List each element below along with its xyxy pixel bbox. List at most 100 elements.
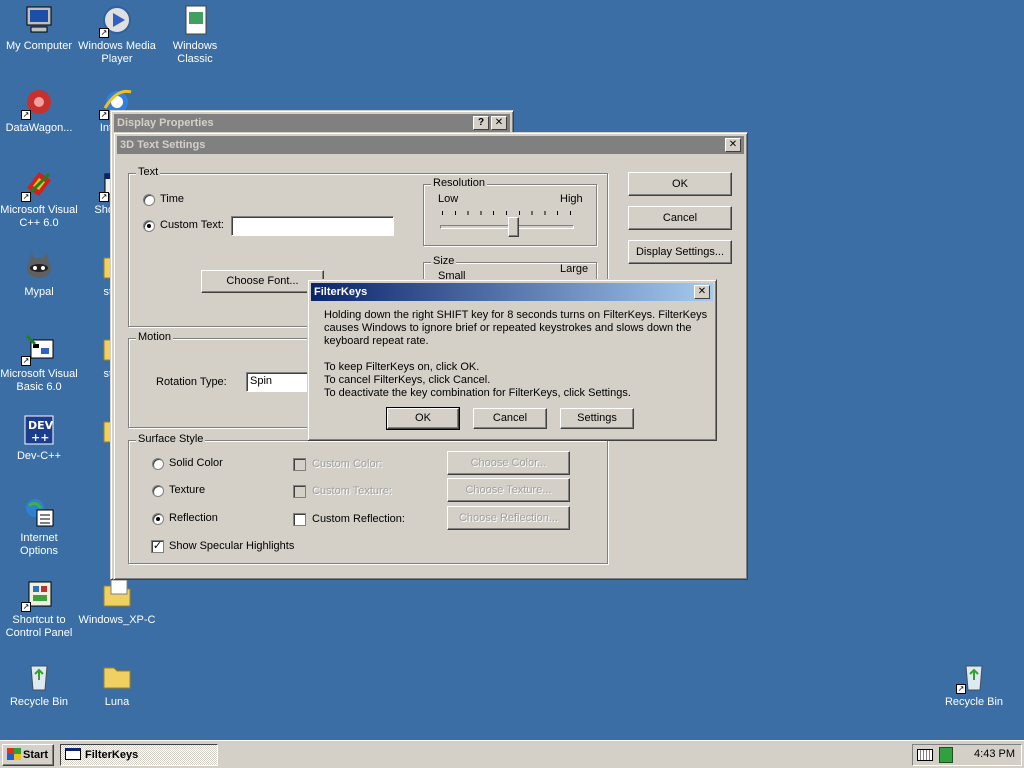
- desktop-icon-label: Shortcut to Control Panel: [5, 614, 73, 639]
- show-specular-label: Show Specular Highlights: [169, 540, 295, 552]
- motion-legend: Motion: [136, 331, 174, 343]
- control-panel-icon: ↗: [21, 578, 55, 612]
- message-line: To keep FilterKeys on, click OK.: [324, 361, 480, 373]
- display-properties-titlebar[interactable]: Display Properties ? ✕: [114, 114, 510, 132]
- svg-text:++: ++: [31, 431, 49, 444]
- message-line: Holding down the right SHIFT key for 8 s…: [324, 309, 708, 321]
- message-line: keyboard repeat rate.: [324, 335, 429, 347]
- window-icon: [65, 748, 81, 760]
- folder-icon: [101, 660, 133, 692]
- keyboard-icon[interactable]: [917, 749, 933, 761]
- filterkeys-message: Holding down the right SHIFT key for 8 s…: [324, 309, 707, 400]
- show-specular-checkbox[interactable]: ✓: [151, 540, 164, 553]
- cancel-button[interactable]: Cancel: [628, 206, 732, 230]
- network-icon[interactable]: [939, 747, 953, 763]
- custom-reflection-checkbox[interactable]: [293, 513, 306, 526]
- display-settings-button[interactable]: Display Settings...: [628, 240, 732, 264]
- reflection-label: Reflection: [169, 512, 218, 524]
- desktop-icon-label: Mypal: [24, 286, 54, 298]
- resolution-group: Resolution Low High: [423, 177, 597, 246]
- desktop-icon-label: My Computer: [5, 40, 73, 52]
- document-icon: [179, 4, 211, 36]
- desktop-icon-my-computer[interactable]: My Computer: [0, 4, 78, 53]
- help-button[interactable]: ?: [473, 116, 489, 130]
- window-title: FilterKeys: [314, 286, 368, 298]
- desktop-icon-datawagon[interactable]: ↗ DataWagon...: [0, 86, 78, 135]
- taskbar: Start FilterKeys 4:43 PM: [0, 740, 1024, 768]
- desktop-icon-windows-classic[interactable]: Windows Classic: [156, 4, 234, 66]
- custom-color-label: Custom Color:: [312, 458, 383, 470]
- clock[interactable]: 4:43 PM: [974, 748, 1015, 760]
- rotation-type-label: Rotation Type:: [156, 376, 227, 388]
- resolution-legend: Resolution: [431, 177, 487, 189]
- custom-reflection-label: Custom Reflection:: [312, 513, 405, 525]
- 3d-text-titlebar[interactable]: 3D Text Settings ✕: [117, 136, 744, 154]
- desktop-icon-label: Windows Media Player: [78, 40, 156, 65]
- message-line: causes Windows to ignore brief or repeat…: [324, 322, 692, 334]
- desktop-icon-luna[interactable]: Luna: [78, 660, 156, 709]
- close-button[interactable]: ✕: [491, 116, 507, 130]
- desktop-icon-label: Internet Options: [20, 532, 58, 557]
- shortcut-arrow-icon: ↗: [21, 192, 31, 202]
- visual-cpp-icon: ↗: [21, 168, 55, 202]
- visual-basic-icon: ↗: [21, 332, 55, 366]
- filterkeys-titlebar[interactable]: FilterKeys ✕: [311, 283, 713, 301]
- reflection-radio[interactable]: [152, 513, 164, 525]
- window-title: Display Properties: [117, 117, 214, 129]
- choose-reflection-button[interactable]: Choose Reflection...: [447, 506, 570, 530]
- message-line: To cancel FilterKeys, click Cancel.: [324, 374, 491, 386]
- ok-button[interactable]: OK: [628, 172, 732, 196]
- desktop-icon-visual-basic[interactable]: ↗ Microsoft Visual Basic 6.0: [0, 332, 78, 394]
- surface-style-group: Surface Style Solid Color Texture Reflec…: [128, 433, 608, 564]
- desktop-icon-windows-xp-c[interactable]: Windows_XP-C: [78, 578, 156, 627]
- internet-options-icon: [23, 496, 55, 528]
- time-radio[interactable]: [143, 194, 155, 206]
- datawagon-icon: ↗: [21, 86, 55, 120]
- choose-color-button[interactable]: Choose Color...: [447, 451, 570, 475]
- cancel-button[interactable]: Cancel: [473, 408, 547, 429]
- start-button[interactable]: Start: [2, 744, 54, 766]
- close-button[interactable]: ✕: [725, 138, 741, 152]
- resolution-ticks: [442, 211, 572, 215]
- computer-icon: [23, 4, 55, 36]
- shortcut-arrow-icon: ↗: [21, 602, 31, 612]
- choose-font-button[interactable]: Choose Font...: [201, 270, 324, 293]
- choose-texture-button[interactable]: Choose Texture...: [447, 478, 570, 502]
- window-title: 3D Text Settings: [120, 139, 206, 151]
- close-button[interactable]: ✕: [694, 285, 710, 299]
- time-label: Time: [160, 193, 185, 205]
- desktop-icon-recycle-bin[interactable]: Recycle Bin: [0, 660, 78, 709]
- desktop-icon-label: Windows Classic: [172, 40, 218, 65]
- resolution-low-label: Low: [438, 193, 459, 205]
- desktop-icon-mypal[interactable]: Mypal: [0, 250, 78, 299]
- resolution-slider-thumb[interactable]: [507, 217, 519, 237]
- shortcut-arrow-icon: ↗: [99, 28, 109, 38]
- desktop-icon-dev-cpp[interactable]: DEV ++ Dev-C++: [0, 414, 78, 463]
- solid-color-radio[interactable]: [152, 458, 164, 470]
- shortcut-arrow-icon: ↗: [99, 192, 109, 202]
- surface-style-legend: Surface Style: [136, 433, 206, 445]
- folder-icon: [101, 578, 133, 610]
- desktop-icon-label: Microsoft Visual C++ 6.0: [0, 204, 78, 229]
- taskbar-button-filterkeys[interactable]: FilterKeys: [60, 744, 218, 766]
- desktop-icon-visual-cpp[interactable]: ↗ Microsoft Visual C++ 6.0: [0, 168, 78, 230]
- desktop-icon-label: Microsoft Visual Basic 6.0: [0, 368, 78, 393]
- solid-color-label: Solid Color: [169, 457, 223, 469]
- ok-button[interactable]: OK: [386, 407, 460, 430]
- texture-label: Texture: [169, 484, 206, 496]
- desktop-icon-label: Dev-C++: [16, 450, 62, 462]
- media-player-icon: ↗: [99, 4, 133, 38]
- size-large-label: Large: [560, 263, 589, 275]
- settings-button[interactable]: Settings: [560, 408, 634, 429]
- custom-color-checkbox[interactable]: [293, 458, 306, 471]
- texture-radio[interactable]: [152, 485, 164, 497]
- custom-texture-checkbox[interactable]: [293, 485, 306, 498]
- desktop-icon-control-panel-shortcut[interactable]: ↗ Shortcut to Control Panel: [0, 578, 78, 640]
- desktop-icon-windows-media-player[interactable]: ↗ Windows Media Player: [78, 4, 156, 66]
- custom-text-radio[interactable]: [143, 220, 155, 232]
- taskbar-button-label: FilterKeys: [85, 749, 139, 761]
- desktop-icon-recycle-bin-right[interactable]: ↗ Recycle Bin: [935, 660, 1013, 709]
- custom-text-input[interactable]: [231, 216, 394, 236]
- desktop-icon-internet-options[interactable]: Internet Options: [0, 496, 78, 558]
- desktop-icon-label: DataWagon...: [5, 122, 73, 134]
